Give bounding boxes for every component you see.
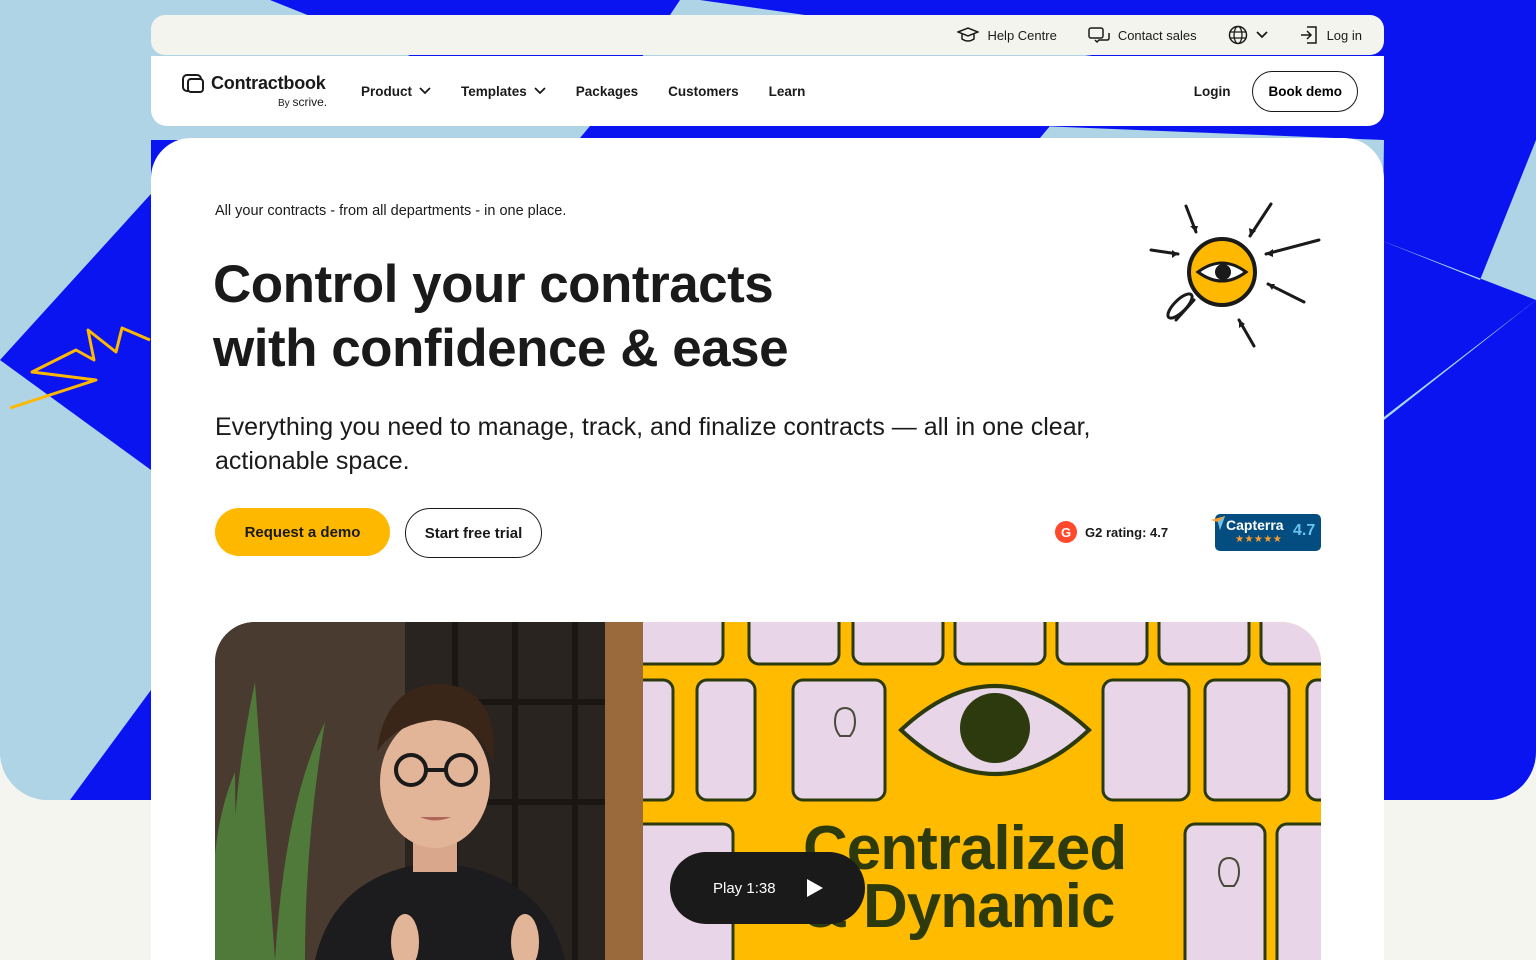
nav-item-label: Customers: [668, 83, 739, 99]
nav-item-templates[interactable]: Templates: [461, 84, 546, 99]
capterra-arrow-icon: [1211, 516, 1225, 530]
book-demo-button[interactable]: Book demo: [1252, 70, 1358, 112]
graduation-cap-icon: [957, 27, 980, 42]
chat-bubbles-icon: [1088, 27, 1110, 44]
main-navbar: Contractbook By scrive. Product Template…: [151, 56, 1384, 126]
video-player[interactable]: Centralized & Dynamic Play 1:38: [215, 622, 1321, 960]
nav-right: Login Book demo: [1194, 70, 1358, 112]
utility-bar: Help Centre Contact sales Log in: [151, 15, 1384, 55]
nav-item-learn[interactable]: Learn: [769, 84, 806, 99]
globe-icon: [1228, 25, 1247, 45]
headline-line-2: with confidence & ease: [213, 319, 789, 378]
play-video-button[interactable]: Play 1:38: [670, 852, 865, 924]
eye-illustration-icon: [1149, 202, 1321, 348]
nav-item-label: Product: [361, 83, 413, 99]
language-selector[interactable]: [1228, 25, 1268, 45]
nav-item-label: Packages: [575, 83, 639, 99]
nav-item-label: Templates: [461, 83, 527, 99]
chevron-down-icon: [1255, 31, 1268, 39]
log-in-link[interactable]: Log in: [1299, 25, 1362, 45]
help-centre-label: Help Centre: [987, 27, 1057, 43]
logo-scrive: scrive.: [292, 95, 328, 109]
capterra-score: 4.7: [1293, 522, 1316, 539]
nav-item-product[interactable]: Product: [361, 84, 431, 99]
hero-card: All your contracts - from all department…: [151, 138, 1384, 960]
contact-sales-label: Contact sales: [1117, 27, 1197, 43]
log-in-icon: [1300, 26, 1317, 44]
contact-sales-link[interactable]: Contact sales: [1088, 26, 1197, 44]
hero-eyebrow: All your contracts - from all department…: [215, 203, 567, 219]
logo-by: By: [278, 98, 290, 109]
nav-item-customers[interactable]: Customers: [668, 84, 739, 99]
video-presenter-frame: [215, 622, 643, 960]
contractbook-logo-icon: [182, 73, 204, 93]
headline-line-1: Control your contracts: [213, 255, 774, 314]
capterra-stars-icon: ★★★★★: [1235, 534, 1283, 545]
play-icon: [806, 879, 823, 897]
hero-headline: Control your contracts with confidence &…: [213, 253, 913, 381]
login-link[interactable]: Login: [1194, 84, 1231, 99]
hero-subhead: Everything you need to manage, track, an…: [215, 413, 1091, 475]
help-centre-link[interactable]: Help Centre: [957, 26, 1057, 44]
start-free-trial-button[interactable]: Start free trial: [405, 508, 542, 558]
g2-rating-label: G2 rating: 4.7: [1085, 524, 1169, 540]
logo-name: Contractbook: [211, 73, 326, 93]
chevron-down-icon: [534, 87, 546, 95]
capterra-name: Capterra: [1226, 517, 1284, 533]
capterra-badge[interactable]: Capterra ★★★★★ 4.7: [1211, 514, 1321, 551]
play-label: Play 1:38: [713, 879, 776, 897]
contractbook-logo[interactable]: Contractbook By scrive.: [182, 73, 342, 109]
request-demo-button[interactable]: Request a demo: [215, 508, 390, 556]
nav-items: Product Templates Packages Customers Lea…: [361, 84, 805, 99]
logo-byline: By scrive.: [278, 95, 342, 109]
g2-rating-badge[interactable]: G G2 rating: 4.7: [1055, 521, 1168, 543]
chevron-down-icon: [419, 87, 431, 95]
nav-item-label: Learn: [768, 83, 806, 99]
log-in-label: Log in: [1326, 27, 1362, 43]
nav-item-packages[interactable]: Packages: [576, 84, 638, 99]
g2-logo-icon: G: [1055, 521, 1077, 543]
